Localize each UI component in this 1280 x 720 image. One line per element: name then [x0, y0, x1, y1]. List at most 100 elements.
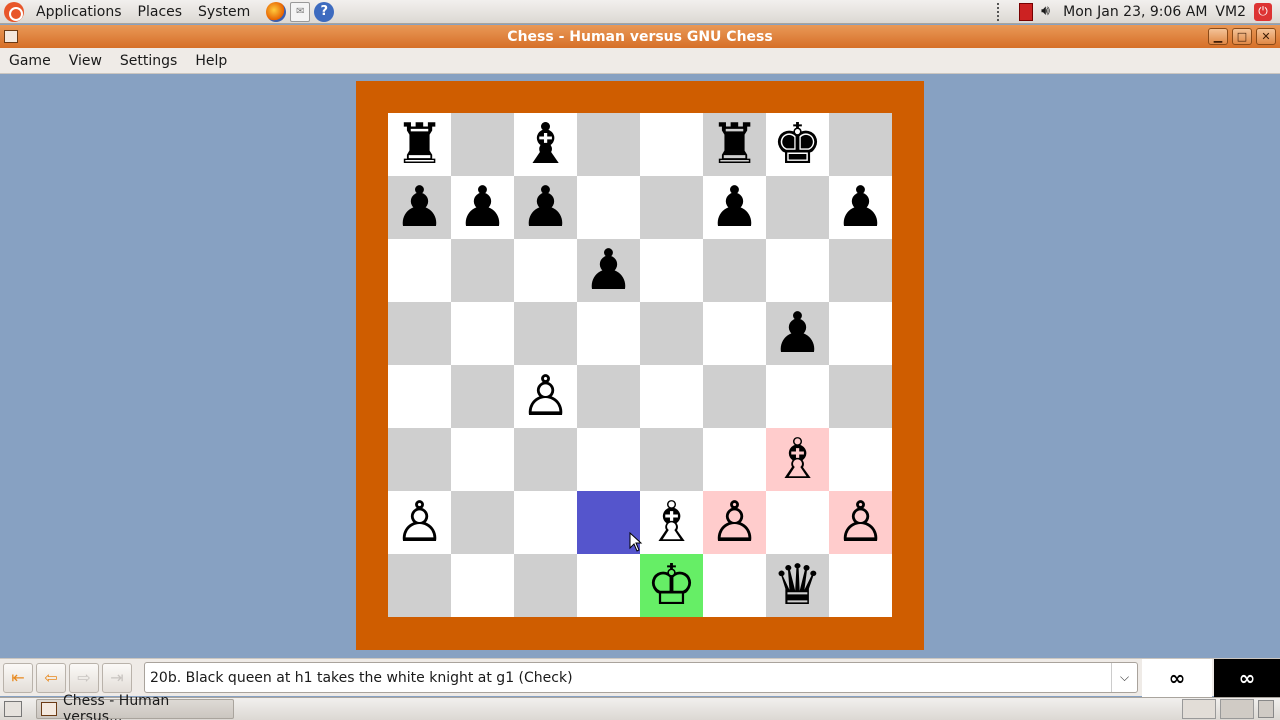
black-bishop-icon[interactable]: ♝	[520, 116, 570, 173]
board-square[interactable]: ♟	[514, 176, 577, 239]
board-square[interactable]	[451, 365, 514, 428]
previous-move-button[interactable]: ⇦	[36, 662, 66, 693]
white-king-icon[interactable]: ♔	[646, 557, 696, 614]
white-pawn-icon[interactable]: ♙	[835, 494, 885, 551]
board-square[interactable]: ♙	[703, 491, 766, 554]
board-square[interactable]	[640, 239, 703, 302]
help-icon[interactable]: ?	[314, 1, 335, 22]
board-square[interactable]	[703, 365, 766, 428]
board-square[interactable]	[766, 239, 829, 302]
board-square[interactable]	[388, 428, 451, 491]
trash-icon[interactable]	[1258, 700, 1274, 718]
network-icon[interactable]	[997, 2, 1011, 21]
board-square[interactable]: ♟	[577, 239, 640, 302]
taskbar-window-button[interactable]: Chess - Human versus...	[36, 693, 234, 720]
move-history-combo[interactable]: 20b. Black queen at h1 takes the white k…	[144, 662, 1138, 693]
board-square[interactable]: ♜	[703, 113, 766, 176]
board-square[interactable]	[703, 554, 766, 617]
black-queen-icon[interactable]: ♛	[772, 557, 822, 614]
menu-help[interactable]: Help	[186, 53, 236, 69]
menu-view[interactable]: View	[60, 53, 111, 69]
board-square[interactable]: ♛	[766, 554, 829, 617]
board-square[interactable]	[451, 113, 514, 176]
black-rook-icon[interactable]: ♜	[709, 116, 759, 173]
board-square[interactable]	[577, 428, 640, 491]
menu-settings[interactable]: Settings	[111, 53, 186, 69]
board-square[interactable]	[577, 302, 640, 365]
board-square[interactable]	[640, 428, 703, 491]
ubuntu-logo-icon[interactable]	[4, 1, 24, 22]
board-square[interactable]	[514, 239, 577, 302]
board-square[interactable]	[829, 113, 892, 176]
maximize-button[interactable]: □	[1232, 28, 1252, 45]
close-button[interactable]: ✕	[1256, 28, 1276, 45]
board-square[interactable]: ♙	[514, 365, 577, 428]
menu-game[interactable]: Game	[0, 53, 60, 69]
board-square[interactable]	[766, 365, 829, 428]
white-pawn-icon[interactable]: ♙	[520, 368, 570, 425]
white-bishop-icon[interactable]: ♗	[772, 431, 822, 488]
system-menu[interactable]: System	[190, 4, 258, 20]
board-square[interactable]: ♟	[766, 302, 829, 365]
board-square[interactable]	[829, 365, 892, 428]
board-square[interactable]	[451, 491, 514, 554]
workspace-1[interactable]	[1182, 699, 1216, 719]
board-square[interactable]: ♟	[829, 176, 892, 239]
black-pawn-icon[interactable]: ♟	[520, 179, 570, 236]
board-square[interactable]	[388, 302, 451, 365]
next-move-button[interactable]: ⇨	[69, 662, 99, 693]
board-square[interactable]	[766, 176, 829, 239]
clipboard-icon[interactable]	[1019, 2, 1034, 21]
clock[interactable]: Mon Jan 23, 9:06 AM	[1063, 4, 1207, 20]
board-square[interactable]	[577, 113, 640, 176]
board-square[interactable]	[514, 428, 577, 491]
board-square[interactable]	[388, 554, 451, 617]
black-pawn-icon[interactable]: ♟	[772, 305, 822, 362]
board-square[interactable]	[640, 113, 703, 176]
board-square[interactable]	[829, 302, 892, 365]
board-square[interactable]	[703, 428, 766, 491]
board-square[interactable]	[514, 302, 577, 365]
first-move-button[interactable]: ⇤	[3, 662, 33, 693]
black-pawn-icon[interactable]: ♟	[583, 242, 633, 299]
board-square[interactable]	[703, 239, 766, 302]
board-square[interactable]	[829, 554, 892, 617]
board-square[interactable]	[577, 365, 640, 428]
board-square[interactable]	[451, 554, 514, 617]
board-square[interactable]	[514, 554, 577, 617]
board-square[interactable]	[640, 365, 703, 428]
board-square[interactable]	[640, 176, 703, 239]
board-square[interactable]	[829, 428, 892, 491]
board-square[interactable]: ♗	[766, 428, 829, 491]
board-square[interactable]: ♜	[388, 113, 451, 176]
board-square[interactable]: ♙	[829, 491, 892, 554]
board-square[interactable]: ♝	[514, 113, 577, 176]
board-square[interactable]: ♚	[766, 113, 829, 176]
white-pawn-icon[interactable]: ♙	[394, 494, 444, 551]
user-switcher[interactable]: VM2	[1215, 4, 1246, 20]
last-move-button[interactable]: ⇥	[102, 662, 132, 693]
board-square[interactable]: ♟	[388, 176, 451, 239]
mail-icon[interactable]: ✉	[290, 1, 311, 22]
firefox-icon[interactable]	[266, 1, 287, 22]
black-rook-icon[interactable]: ♜	[394, 116, 444, 173]
power-icon[interactable]: ⏻	[1254, 2, 1272, 21]
black-pawn-icon[interactable]: ♟	[457, 179, 507, 236]
board-square[interactable]	[514, 491, 577, 554]
board-square[interactable]: ♗	[640, 491, 703, 554]
board-square[interactable]	[451, 428, 514, 491]
board-square[interactable]: ♙	[388, 491, 451, 554]
black-pawn-icon[interactable]: ♟	[835, 179, 885, 236]
white-pawn-icon[interactable]: ♙	[709, 494, 759, 551]
board-square[interactable]: ♟	[451, 176, 514, 239]
board-square[interactable]	[766, 491, 829, 554]
black-pawn-icon[interactable]: ♟	[709, 179, 759, 236]
board-square[interactable]	[703, 302, 766, 365]
board-square[interactable]	[829, 239, 892, 302]
board-square[interactable]	[577, 176, 640, 239]
board-square[interactable]: ♔	[640, 554, 703, 617]
board-square[interactable]: ♟	[703, 176, 766, 239]
board-square[interactable]	[388, 365, 451, 428]
black-pawn-icon[interactable]: ♟	[394, 179, 444, 236]
places-menu[interactable]: Places	[130, 4, 191, 20]
